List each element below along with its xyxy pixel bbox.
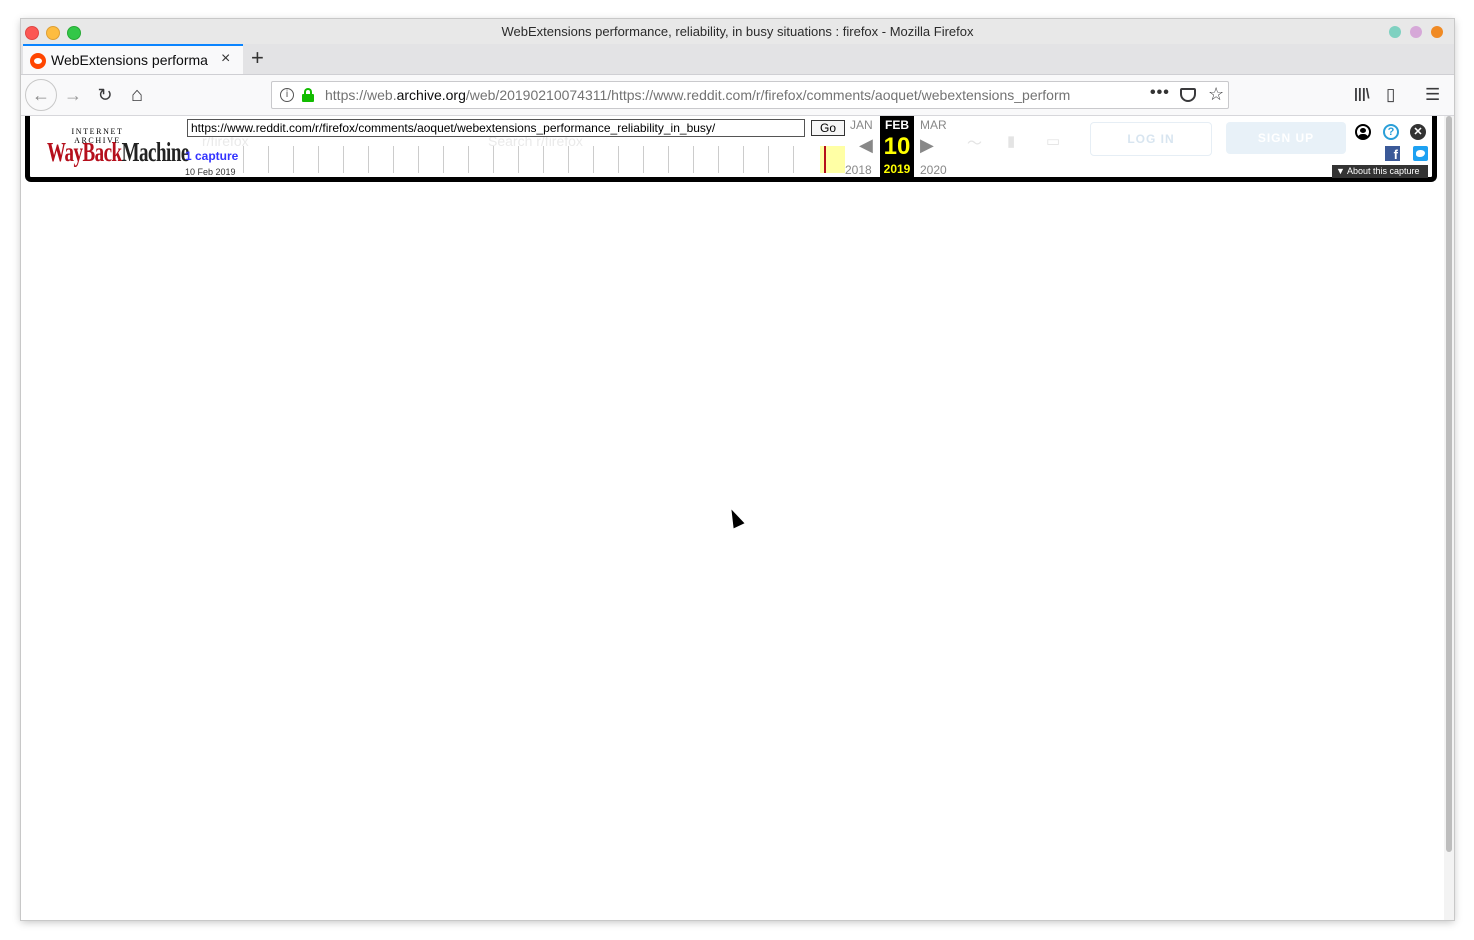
sparkline-year-tick bbox=[343, 146, 344, 173]
menu-icon[interactable]: ☰ bbox=[1425, 85, 1440, 105]
sparkline-year-tick bbox=[293, 146, 294, 173]
sparkline-year-tick bbox=[693, 146, 694, 173]
wayback-toolbar: INTERNET ARCHIVE WayBackMachine r/firefo… bbox=[25, 116, 1437, 182]
sparkline-year-tick bbox=[318, 146, 319, 173]
ghost-chat-icon: ▭ bbox=[1046, 133, 1061, 150]
close-toolbar-icon[interactable]: ✕ bbox=[1410, 124, 1426, 140]
tab-bar: WebExtensions performa × + bbox=[21, 44, 1454, 75]
lock-icon[interactable] bbox=[302, 88, 314, 102]
help-icon[interactable]: ? bbox=[1383, 124, 1399, 140]
nav-toolbar: ← → ↻ ⌂ i https://web.archive.org/web/20… bbox=[21, 75, 1454, 116]
bookmark-star-icon[interactable]: ☆ bbox=[1208, 84, 1224, 105]
mouse-cursor-icon bbox=[726, 506, 745, 529]
next-year-label[interactable]: 2020 bbox=[920, 163, 947, 177]
title-bar: WebExtensions performance, reliability, … bbox=[21, 19, 1454, 45]
home-button[interactable]: ⌂ bbox=[123, 81, 151, 109]
ghost-signup-button: SIGN UP bbox=[1226, 122, 1346, 154]
ghost-trending-icon: 〜 bbox=[967, 135, 983, 152]
sparkline-year-tick bbox=[368, 146, 369, 173]
capture-sparkline[interactable] bbox=[243, 146, 845, 173]
sparkline-year-tick bbox=[743, 146, 744, 173]
capture-date: 10 Feb 2019 bbox=[185, 167, 236, 177]
sidebar-icon[interactable]: ▯ bbox=[1386, 85, 1395, 105]
pocket-icon[interactable] bbox=[1180, 88, 1196, 102]
new-tab-button[interactable]: + bbox=[251, 45, 264, 71]
sparkline-year-tick bbox=[568, 146, 569, 173]
wayback-url-input[interactable] bbox=[187, 119, 805, 137]
sparkline-year-tick bbox=[768, 146, 769, 173]
url-bar[interactable]: i https://web.archive.org/web/2019021007… bbox=[271, 81, 1229, 109]
tab-close-icon[interactable]: × bbox=[221, 50, 230, 68]
sparkline-year-tick bbox=[443, 146, 444, 173]
prev-year-label[interactable]: 2018 bbox=[845, 163, 872, 177]
twitter-share-icon[interactable] bbox=[1413, 146, 1428, 161]
sparkline-year-tick bbox=[518, 146, 519, 173]
window-title: WebExtensions performance, reliability, … bbox=[501, 24, 974, 39]
current-day: 10 bbox=[883, 133, 911, 160]
sparkline-year-tick bbox=[268, 146, 269, 173]
sparkline-year-tick bbox=[593, 146, 594, 173]
sparkline-year-tick bbox=[643, 146, 644, 173]
about-capture-label: About this capture bbox=[1346, 166, 1420, 176]
library-icon[interactable]: |||\ bbox=[1354, 85, 1370, 101]
sparkline-year-tick bbox=[468, 146, 469, 173]
about-capture-button[interactable]: ▼ About this capture bbox=[1332, 165, 1428, 178]
sparkline-year-tick bbox=[543, 146, 544, 173]
wayback-machine-wordmark: WayBackMachine bbox=[47, 138, 189, 169]
sparkline-year-tick bbox=[668, 146, 669, 173]
titlebar-dot-teal-icon bbox=[1389, 26, 1401, 38]
sparkline-year-tick bbox=[793, 146, 794, 173]
tab-title: WebExtensions performa bbox=[51, 52, 208, 68]
sparkline-year-tick bbox=[493, 146, 494, 173]
prev-capture-arrow-icon[interactable]: ◀ bbox=[859, 135, 873, 156]
user-account-icon[interactable] bbox=[1355, 124, 1371, 140]
sparkline-year-tick bbox=[418, 146, 419, 173]
wayback-logo[interactable]: INTERNET ARCHIVE WayBackMachine bbox=[47, 123, 189, 169]
next-month-label[interactable]: MAR bbox=[920, 118, 947, 132]
url-text[interactable]: https://web.archive.org/web/201902100743… bbox=[325, 87, 1115, 103]
capture-count-link[interactable]: 1 capture bbox=[185, 149, 238, 163]
ghost-chart-icon: ▮ bbox=[1007, 133, 1016, 150]
page-actions-icon[interactable]: ••• bbox=[1150, 84, 1170, 102]
page-content: INTERNET ARCHIVE WayBackMachine r/firefo… bbox=[21, 116, 1444, 920]
sparkline-year-tick bbox=[393, 146, 394, 173]
back-button[interactable]: ← bbox=[25, 79, 57, 111]
tab-active[interactable]: WebExtensions performa × bbox=[23, 44, 243, 74]
caret-down-icon: ▼ bbox=[1336, 166, 1345, 176]
sparkline-year-tick bbox=[243, 146, 244, 173]
wayback-go-button[interactable]: Go bbox=[811, 120, 845, 136]
forward-button[interactable]: → bbox=[59, 81, 87, 109]
current-month: FEB bbox=[885, 118, 909, 132]
vertical-scrollbar[interactable] bbox=[1444, 116, 1454, 920]
titlebar-dot-lilac-icon bbox=[1410, 26, 1422, 38]
browser-window: WebExtensions performance, reliability, … bbox=[21, 19, 1454, 920]
reddit-favicon-icon bbox=[30, 53, 46, 69]
facebook-share-icon[interactable]: f bbox=[1385, 146, 1400, 162]
next-capture-arrow-icon[interactable]: ▶ bbox=[920, 135, 934, 156]
sparkline-year-tick bbox=[618, 146, 619, 173]
ghost-login-button: LOG IN bbox=[1090, 122, 1212, 156]
scrollbar-thumb[interactable] bbox=[1446, 116, 1452, 852]
sparkline-capture-mark bbox=[824, 146, 826, 173]
prev-month-label[interactable]: JAN bbox=[850, 118, 873, 132]
current-year: 2019 bbox=[883, 162, 911, 176]
site-info-icon[interactable]: i bbox=[280, 88, 294, 102]
current-capture-date: FEB 10 2019 bbox=[880, 116, 914, 177]
sparkline-year-tick bbox=[718, 146, 719, 173]
firefox-logo-icon bbox=[1431, 26, 1443, 38]
reload-button[interactable]: ↻ bbox=[91, 81, 119, 109]
